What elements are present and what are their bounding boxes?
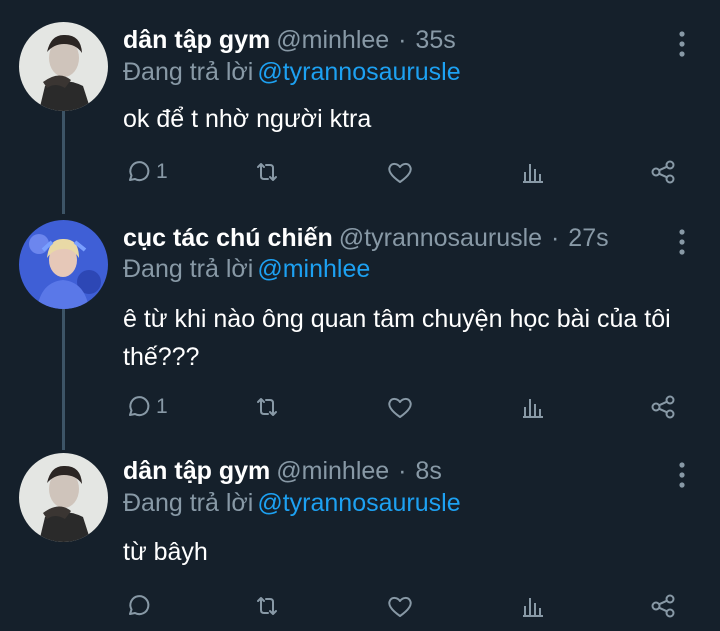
tweet-header: dân tập gym @minhlee · 35s — [123, 22, 456, 58]
retweet-icon — [257, 398, 277, 416]
like-button[interactable] — [385, 387, 415, 427]
tweet-text: ê từ khi nào ông quan tâm chuyện học bài… — [123, 305, 671, 371]
retweet-button[interactable] — [252, 387, 282, 427]
avatar-photo — [19, 22, 108, 111]
mention-link[interactable]: @tyrannosaurusle — [257, 58, 460, 86]
analytics-button[interactable] — [518, 387, 548, 427]
like-icon — [388, 162, 412, 183]
retweet-icon — [257, 163, 277, 181]
reply-button[interactable] — [122, 586, 152, 626]
like-icon — [388, 397, 412, 418]
share-icon — [651, 594, 675, 618]
tweet-text: từ bâyh — [123, 538, 208, 566]
reply-count: 1 — [156, 160, 168, 183]
tweet-header: dân tập gym @minhlee · 8s — [123, 453, 442, 489]
more-icon[interactable] — [675, 461, 689, 489]
separator: · — [398, 457, 407, 485]
tweet[interactable]: dân tập gym @minhlee · 8s Đang trả lời @ty… — [0, 453, 720, 631]
user-handle[interactable]: @tyrannosaurusle — [339, 224, 542, 252]
reply-button[interactable]: 1 — [122, 387, 168, 427]
timestamp[interactable]: 35s — [415, 26, 455, 54]
display-name[interactable]: dân tập gym — [123, 26, 270, 54]
analytics-button[interactable] — [518, 152, 548, 192]
separator: · — [398, 26, 407, 54]
reply-icon — [129, 396, 150, 417]
display-name[interactable]: cục tác chú chiến — [123, 224, 333, 252]
avatar[interactable] — [19, 220, 108, 309]
analytics-icon — [523, 399, 543, 418]
tweet[interactable]: dân tập gym @minhlee · 35s Đang trả lời @t… — [0, 22, 720, 200]
reply-prefix: Đang trả lời — [123, 489, 254, 517]
tweet-text: ok để t nhờ người ktra — [123, 105, 372, 133]
reply-button[interactable]: 1 — [122, 152, 168, 192]
more-icon[interactable] — [675, 30, 689, 58]
share-icon — [651, 160, 675, 184]
retweet-button[interactable] — [252, 586, 282, 626]
analytics-icon — [523, 598, 543, 617]
reply-icon — [129, 161, 150, 182]
tweet[interactable]: cục tác chú chiến @tyrannosaurusle · 27s … — [0, 220, 720, 430]
retweet-icon — [257, 597, 277, 615]
share-button[interactable] — [648, 387, 678, 427]
display-name[interactable]: dân tập gym — [123, 457, 270, 485]
retweet-button[interactable] — [252, 152, 282, 192]
analytics-button[interactable] — [518, 586, 548, 626]
like-button[interactable] — [385, 586, 415, 626]
mention-link[interactable]: @tyrannosaurusle — [257, 489, 460, 517]
timestamp[interactable]: 27s — [568, 224, 608, 252]
avatar-photo — [19, 220, 108, 309]
action-bar — [0, 586, 720, 626]
mention-link[interactable]: @minhlee — [257, 255, 370, 283]
user-handle[interactable]: @minhlee — [276, 457, 389, 485]
analytics-icon — [523, 164, 543, 183]
timestamp[interactable]: 8s — [415, 457, 441, 485]
reply-count: 1 — [156, 395, 168, 418]
avatar-photo — [19, 453, 108, 542]
like-button[interactable] — [385, 152, 415, 192]
share-button[interactable] — [648, 586, 678, 626]
more-icon[interactable] — [675, 228, 689, 256]
reply-icon — [129, 595, 150, 616]
reply-prefix: Đang trả lời — [123, 255, 254, 283]
share-icon — [651, 395, 675, 419]
replying-to: Đang trả lời @tyrannosaurusle — [123, 485, 461, 521]
replying-to: Đang trả lời @minhlee — [123, 251, 370, 287]
avatar[interactable] — [19, 22, 108, 111]
action-bar: 1 — [0, 152, 720, 192]
replying-to: Đang trả lời @tyrannosaurusle — [123, 54, 461, 90]
user-handle[interactable]: @minhlee — [276, 26, 389, 54]
like-icon — [388, 596, 412, 617]
share-button[interactable] — [648, 152, 678, 192]
reply-prefix: Đang trả lời — [123, 58, 254, 86]
separator: · — [551, 224, 560, 252]
avatar[interactable] — [19, 453, 108, 542]
action-bar: 1 — [0, 387, 720, 427]
